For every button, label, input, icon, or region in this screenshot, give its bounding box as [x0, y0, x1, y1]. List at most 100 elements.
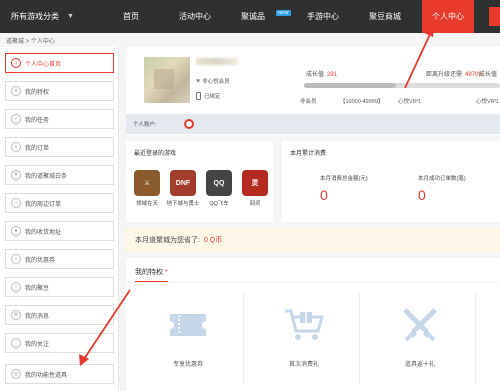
game-item[interactable]: DNF 地下城与勇士: [166, 170, 200, 208]
message-icon: ✉: [11, 310, 21, 320]
breadcrumb: 道聚城 > 个人中心: [6, 39, 55, 45]
privilege-label: 专享优惠券: [172, 362, 203, 368]
avatar[interactable]: [144, 57, 190, 103]
level-progress-fill: [304, 83, 397, 88]
home-icon: ⌂: [11, 58, 21, 68]
sidebar-item-label: 我的周边订单: [25, 201, 62, 208]
category-label: 所有游戏分类: [11, 12, 59, 21]
game-item[interactable]: QQ QQ飞车: [202, 170, 236, 208]
package-icon: □: [11, 198, 21, 208]
phone-bound-status: 已绑定: [196, 92, 221, 100]
coupon-icon: ◇: [11, 254, 21, 264]
nav-personal-center[interactable]: 个人中心: [422, 0, 474, 33]
privilege-card-coupon[interactable]: 专享优惠券: [132, 292, 244, 384]
monthly-total-label: 本月消费总金额(元): [320, 176, 368, 182]
level-label-vip1: 心悦VIP1: [398, 99, 421, 105]
level-label-none: 非会员: [300, 99, 317, 105]
savings-value: 0 Q币: [203, 237, 223, 244]
privileges-star: *: [165, 269, 168, 276]
nav-juchengpin[interactable]: 聚诚品: [234, 0, 272, 33]
membership-status: ♥ 非心悦会员: [196, 77, 230, 86]
divider: [126, 282, 500, 283]
crown-icon: ♔: [11, 86, 21, 96]
monthly-orders-value: 0: [418, 187, 426, 203]
sidebar-item-address[interactable]: ● 我的收货地址: [5, 221, 114, 241]
sidebar-item-label: 我的聚豆: [25, 285, 50, 292]
sidebar-item-label: 我的优惠券: [25, 257, 56, 264]
growth-value: 成长值 291: [306, 69, 337, 78]
username-blurred: [196, 58, 238, 65]
account-balance-icon[interactable]: [184, 119, 194, 129]
upgrade-needed: 距离升级还需 49709: [426, 69, 482, 78]
sidebar-item-follows[interactable]: ♡ 我的关注: [5, 333, 114, 353]
savings-label: 本月道聚城为您省了:: [135, 237, 200, 244]
sidebar-item-messages[interactable]: ✉ 我的消息: [5, 305, 114, 325]
sidebar-item-label: 我的功能性道具: [25, 372, 68, 379]
sidebar-item-label: 我的消息: [25, 313, 50, 320]
my-privileges-panel: 我的特权 * 专享优惠券 首次消费礼 道具返十礼: [126, 258, 500, 391]
monthly-total-value: 0: [320, 187, 328, 203]
growth2-label: 成长值: [479, 72, 498, 78]
task-icon: ✓: [11, 114, 21, 124]
account-label: 个人账户:: [133, 122, 157, 128]
game-name: 地下城与勇士: [166, 201, 200, 207]
level-label-range: 【10000-49999】: [340, 99, 384, 105]
all-games-category-dropdown[interactable]: 所有游戏分类 ▼: [0, 0, 104, 33]
level-label-vip1-next: 心悦VIP1: [476, 99, 499, 105]
heart-icon: ♡: [11, 338, 21, 348]
nav-mobile-games[interactable]: 手游中心: [300, 0, 346, 33]
game-item[interactable]: ⚔ 领域在天: [130, 170, 164, 208]
game-logo-icon: DNF: [170, 170, 196, 196]
nav-bean-mall[interactable]: 聚豆商城: [362, 0, 408, 33]
game-name: 领域在天: [135, 201, 158, 207]
cart-gift-icon: [283, 306, 325, 344]
bound-label: 已绑定: [204, 94, 221, 100]
tool-icon: ◎: [11, 369, 21, 379]
chevron-down-icon: ▼: [67, 13, 74, 20]
game-logo-icon: ⚔: [134, 170, 160, 196]
recent-games-title: 最近登录的游戏: [134, 151, 177, 157]
monthly-savings-banner: 本月道聚城为您省了: 0 Q币: [126, 228, 500, 252]
game-item[interactable]: 灵刻灵: [238, 170, 272, 208]
game-name: 刻灵: [249, 201, 261, 207]
ticket-icon: [167, 306, 209, 344]
sidebar-item-privileges[interactable]: ♔ 我的特权: [5, 81, 114, 101]
top-navigation: 所有游戏分类 ▼ 首页 活动中心 聚诚品 NEW 手游中心 聚豆商城 个人中心: [0, 0, 500, 33]
monthly-spending-panel: 本月累计消费 本月消费总金额(元) 0 本月成功订单数(笔) 0: [282, 141, 500, 222]
growth-number: 291: [327, 72, 338, 78]
privilege-card-item-rebate[interactable]: 道具返十礼: [364, 292, 476, 384]
growth-label: 成长值: [306, 72, 325, 78]
new-badge: NEW: [276, 10, 291, 16]
sidebar-item-tasks[interactable]: ✓ 我的任务: [5, 109, 114, 129]
sidebar-item-beans[interactable]: ○ 我的聚豆: [5, 277, 114, 297]
sidebar-item-merch-orders[interactable]: □ 我的周边订单: [5, 193, 114, 213]
level-progress-bar: [304, 83, 500, 88]
nav-edge-button[interactable]: [489, 7, 500, 26]
sidebar-item-label: 我的订单: [25, 145, 50, 152]
growth-value-secondary: 成长值: [479, 69, 497, 78]
crossed-swords-icon: [399, 306, 441, 344]
monthly-orders-label: 本月成功订单数(笔): [418, 176, 466, 182]
nav-activity-center[interactable]: 活动中心: [170, 0, 220, 33]
sidebar-item-functional-items[interactable]: ◎ 我的功能性道具: [5, 364, 114, 384]
nav-home[interactable]: 首页: [112, 0, 150, 33]
recent-games-panel: 最近登录的游戏 ⚔ 领域在天 DNF 地下城与勇士 QQ QQ飞车 灵刻灵: [126, 141, 273, 222]
privilege-label: 首次消费礼: [288, 362, 319, 368]
personal-account-row: 个人账户:: [126, 114, 500, 134]
game-name: QQ飞车: [209, 201, 229, 207]
sidebar-item-home[interactable]: ⌂ 个人中心首页: [5, 53, 114, 73]
location-icon: ●: [11, 226, 21, 236]
sidebar-item-label: 个人中心首页: [25, 61, 62, 68]
privilege-label: 道具返十礼: [404, 362, 435, 368]
sidebar-item-coupons[interactable]: ◇ 我的优惠券: [5, 249, 114, 269]
monthly-spending-title: 本月累计消费: [290, 151, 327, 157]
heart-icon: ♥: [196, 77, 201, 85]
sidebar-item-orders[interactable]: ≡ 我的订单: [5, 137, 114, 157]
sidebar-item-credit[interactable]: ¥ 我的道聚城白条: [5, 165, 114, 185]
privileges-title-text: 我的特权: [135, 269, 163, 276]
credit-icon: ¥: [11, 170, 21, 180]
sidebar-item-label: 我的道聚城白条: [25, 173, 68, 180]
game-logo-icon: 灵: [242, 170, 268, 196]
privilege-card-first-purchase[interactable]: 首次消费礼: [248, 292, 360, 384]
game-logo-icon: QQ: [206, 170, 232, 196]
